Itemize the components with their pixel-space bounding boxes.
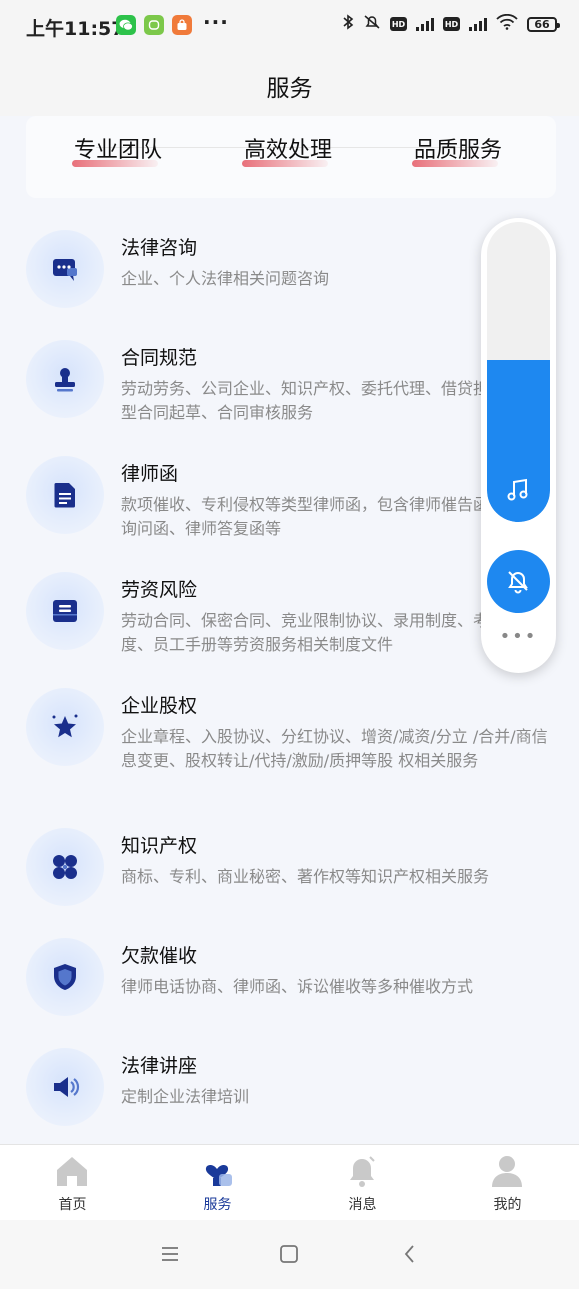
service-title: 欠款催收 (121, 945, 198, 967)
signal-icon (416, 17, 434, 31)
status-indicators: HD HD 66 (342, 13, 560, 34)
signal-icon (469, 17, 487, 31)
feature-item: 高效处理 (242, 132, 333, 167)
feature-label: 专业团队 (74, 138, 163, 163)
bottom-tab-bar: 首页 服务 消息 我的 (0, 1144, 579, 1220)
back-icon[interactable] (398, 1242, 422, 1266)
feature-label: 品质服务 (414, 138, 503, 163)
feature-item: 专业团队 (72, 132, 163, 167)
tab-label: 服务 (203, 1197, 232, 1213)
mute-bell-icon (363, 14, 381, 34)
tab-label: 我的 (493, 1197, 522, 1213)
menu-icon[interactable] (158, 1242, 182, 1266)
tab-label: 消息 (348, 1197, 377, 1213)
status-time: 上午11:57 (26, 18, 125, 40)
service-description: 律师电话协商、律师函、诉讼催收等多种催收方式 (121, 977, 474, 996)
service-title: 合同规范 (121, 347, 198, 369)
mute-bell-icon (508, 571, 528, 594)
feature-banner: 专业团队 高效处理 品质服务 (26, 116, 556, 198)
status-bar: 上午11:57 ··· HD HD 66 (0, 0, 579, 52)
home-square-icon[interactable] (277, 1242, 301, 1266)
wechat-icon (116, 15, 136, 35)
home-icon (57, 1157, 87, 1186)
service-icon (205, 1164, 232, 1186)
service-title: 法律讲座 (121, 1055, 198, 1077)
volume-slider[interactable] (487, 222, 550, 522)
wifi-icon (496, 13, 518, 34)
tab-profile[interactable]: 我的 (435, 1145, 579, 1220)
bell-icon (350, 1156, 375, 1187)
service-title: 企业股权 (121, 695, 198, 717)
service-description: 企业章程、入股协议、分红协议、增资/减资/分立 /合并/商信息变更、股权转让/代… (121, 727, 548, 770)
tab-messages[interactable]: 消息 (290, 1145, 435, 1220)
service-description: 定制企业法律培训 (121, 1087, 250, 1106)
volume-panel: ••• (481, 218, 556, 673)
service-title: 律师函 (121, 463, 179, 485)
notification-icons (116, 15, 192, 35)
hd-icon: HD (390, 17, 407, 31)
app-notification-icon (144, 15, 164, 35)
shopping-app-icon (172, 15, 192, 35)
bluetooth-icon (342, 14, 354, 34)
feature-item: 品质服务 (412, 132, 503, 167)
speaker-icon (26, 1048, 104, 1126)
archive-icon (26, 572, 104, 650)
battery-icon: 66 (527, 16, 560, 32)
mute-toggle-button[interactable] (487, 550, 550, 613)
service-title: 知识产权 (121, 835, 198, 857)
chat-icon (26, 230, 104, 308)
document-icon (26, 456, 104, 534)
stamp-icon (26, 340, 104, 418)
service-title: 法律咨询 (121, 237, 198, 259)
shield-icon (26, 938, 104, 1016)
system-navigation-bar (0, 1220, 579, 1289)
title-bar: 服务 (0, 52, 579, 116)
service-title: 劳资风险 (121, 579, 198, 601)
profile-icon (492, 1156, 522, 1187)
hd-icon: HD (443, 17, 460, 31)
page-title: 服务 (266, 76, 313, 102)
more-options-button[interactable]: ••• (481, 626, 556, 647)
tab-label: 首页 (58, 1197, 87, 1213)
star-icon (26, 688, 104, 766)
feature-label: 高效处理 (244, 138, 333, 163)
tab-service[interactable]: 服务 (145, 1145, 290, 1220)
service-description: 商标、专利、商业秘密、著作权等知识产权相关服务 (121, 867, 490, 886)
music-note-icon (507, 478, 528, 501)
tab-home[interactable]: 首页 (0, 1145, 145, 1220)
clover-icon (26, 828, 104, 906)
status-more-icon: ··· (203, 10, 229, 34)
